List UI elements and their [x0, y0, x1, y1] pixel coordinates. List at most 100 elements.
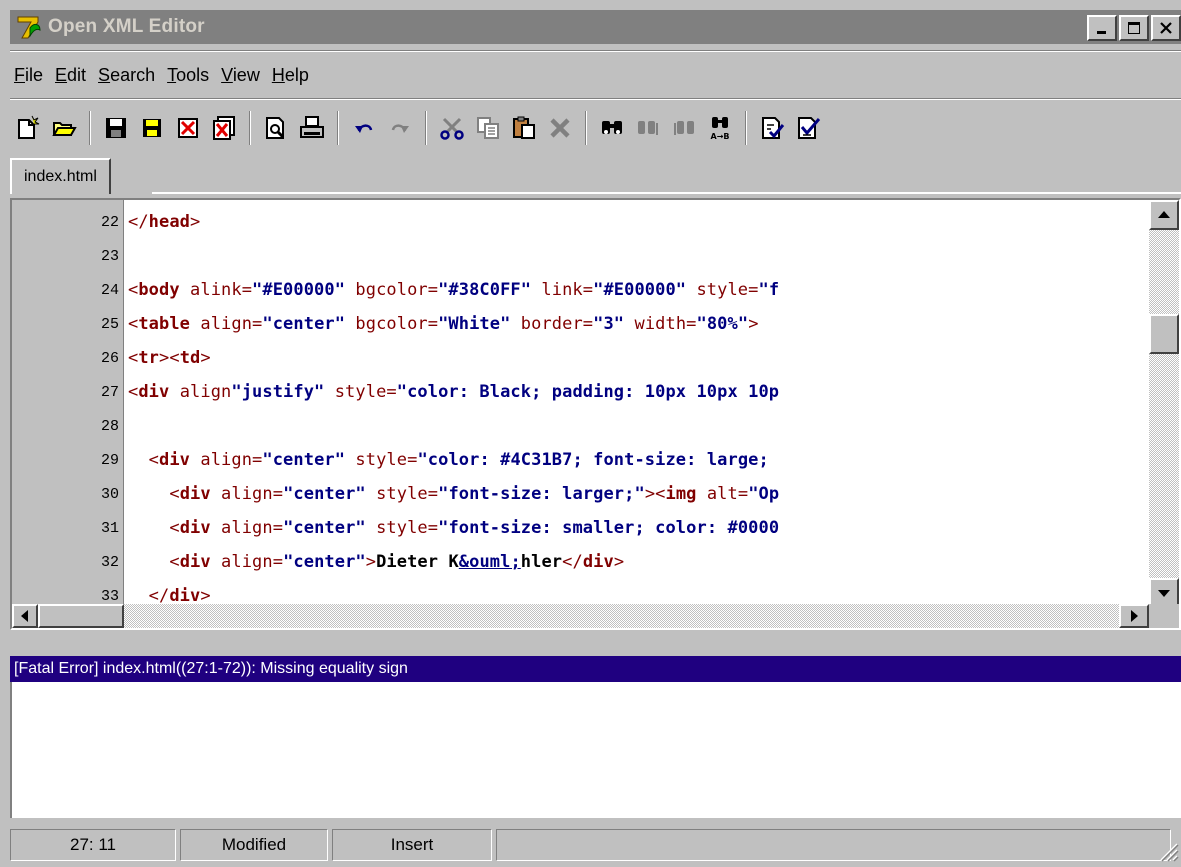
maximize-button[interactable]	[1119, 15, 1149, 41]
close-file-button[interactable]	[170, 110, 206, 146]
code-token: style=	[365, 484, 439, 504]
code-token: <	[128, 314, 139, 334]
save-all-button[interactable]	[134, 110, 170, 146]
status-insert-mode: Insert	[332, 829, 492, 861]
scroll-right-button[interactable]	[1119, 604, 1149, 628]
menu-tools[interactable]: Tools	[163, 65, 217, 86]
menu-help[interactable]: Help	[268, 65, 317, 86]
validate-button[interactable]	[790, 110, 826, 146]
minimize-button[interactable]	[1087, 15, 1117, 41]
code-area[interactable]: </head> <body alink="#E00000" bgcolor="#…	[128, 200, 1148, 608]
menu-label: ile	[25, 64, 44, 85]
scroll-up-button[interactable]	[1149, 200, 1179, 230]
find-previous-button[interactable]	[666, 110, 702, 146]
delete-button[interactable]	[542, 110, 578, 146]
code-token: >	[613, 552, 625, 572]
code-token: align=	[210, 484, 284, 504]
code-editor[interactable]: 22 23 24 25 26 27 28 29 30 31 32 33 </he…	[10, 198, 1181, 630]
code-token: "font-size: smaller; color: #0000	[438, 518, 780, 538]
code-token: >	[190, 212, 201, 232]
save-button[interactable]	[98, 110, 134, 146]
scrollbar-corner	[1149, 604, 1179, 628]
menu-bar: File Edit Search Tools View Help	[10, 58, 317, 92]
code-token: alt=	[696, 484, 749, 504]
code-token: hler	[520, 552, 563, 572]
resize-grip-icon[interactable]	[1155, 838, 1179, 862]
code-token: style=	[324, 382, 397, 402]
code-token: >	[200, 348, 211, 368]
code-token: div	[138, 382, 170, 402]
toolbar-separator	[249, 111, 251, 145]
vertical-scroll-thumb[interactable]	[1149, 314, 1179, 354]
code-line-27: <div align"justify" style="color: Black;…	[128, 382, 779, 402]
print-icon	[300, 116, 324, 138]
open-folder-button[interactable]	[46, 110, 82, 146]
close-icon	[1160, 22, 1172, 34]
code-token: </	[148, 586, 170, 606]
message-pane[interactable]	[10, 682, 1181, 818]
maximize-icon	[1128, 22, 1140, 34]
vertical-scrollbar[interactable]	[1149, 200, 1179, 608]
redo-button[interactable]	[382, 110, 418, 146]
menu-file[interactable]: File	[10, 65, 51, 86]
menu-edit[interactable]: Edit	[51, 65, 94, 86]
menu-accel: S	[98, 64, 111, 85]
line-number: 25	[100, 316, 119, 333]
code-token: align=	[190, 450, 263, 470]
code-token: ><	[644, 484, 666, 504]
replace-button[interactable]: A→B	[702, 110, 738, 146]
cut-icon	[440, 117, 464, 140]
find-next-button[interactable]	[630, 110, 666, 146]
code-token: ><	[159, 348, 180, 368]
code-token: <	[128, 382, 139, 402]
arrow-down-icon	[1158, 590, 1170, 597]
app-logo-icon	[16, 14, 42, 40]
paste-button[interactable]	[506, 110, 542, 146]
code-token: bgcolor=	[345, 314, 439, 334]
code-token: div	[179, 484, 211, 504]
title-bar[interactable]: Open XML Editor	[10, 10, 1181, 44]
new-file-button[interactable]	[10, 110, 46, 146]
code-token: <	[128, 348, 139, 368]
code-token: "font-size: larger;"	[438, 484, 645, 504]
code-line-31: <div align="center" style="font-size: sm…	[128, 518, 779, 538]
svg-text:A→B: A→B	[711, 132, 730, 141]
find-button[interactable]	[594, 110, 630, 146]
menu-view[interactable]: View	[217, 65, 268, 86]
code-token: "Op	[748, 484, 780, 504]
print-preview-button[interactable]	[258, 110, 294, 146]
code-token: "center"	[283, 484, 366, 504]
horizontal-scrollbar[interactable]	[12, 604, 1149, 628]
menu-accel: H	[271, 64, 285, 85]
menu-search[interactable]: Search	[94, 65, 163, 86]
horizontal-scroll-thumb[interactable]	[38, 604, 124, 628]
toolbar-separator	[585, 111, 587, 145]
tab-index-html[interactable]: index.html	[10, 158, 111, 194]
separator	[10, 50, 1181, 52]
line-number: 22	[100, 214, 119, 231]
menu-label: ools	[176, 64, 210, 85]
code-token: div	[179, 518, 211, 538]
close-button[interactable]	[1151, 15, 1181, 41]
scroll-left-button[interactable]	[12, 604, 38, 628]
undo-button[interactable]	[346, 110, 382, 146]
check-wellformed-button[interactable]	[754, 110, 790, 146]
copy-button[interactable]	[470, 110, 506, 146]
code-token: width=	[624, 314, 697, 334]
replace-icon: A→B	[711, 117, 730, 141]
error-message[interactable]: [Fatal Error] index.html((27:1-72)): Mis…	[10, 656, 1181, 682]
open-folder-icon	[52, 122, 77, 136]
menu-label: dit	[67, 64, 87, 85]
cut-button[interactable]	[434, 110, 470, 146]
code-token: <	[169, 484, 180, 504]
code-token: body	[138, 280, 180, 300]
code-token: "justify"	[231, 382, 325, 402]
code-line-25: <table align="center" bgcolor="White" bo…	[128, 314, 759, 334]
menu-label: earch	[110, 64, 156, 85]
code-token: "center"	[283, 552, 366, 572]
print-button[interactable]	[294, 110, 330, 146]
close-all-button[interactable]	[206, 110, 242, 146]
